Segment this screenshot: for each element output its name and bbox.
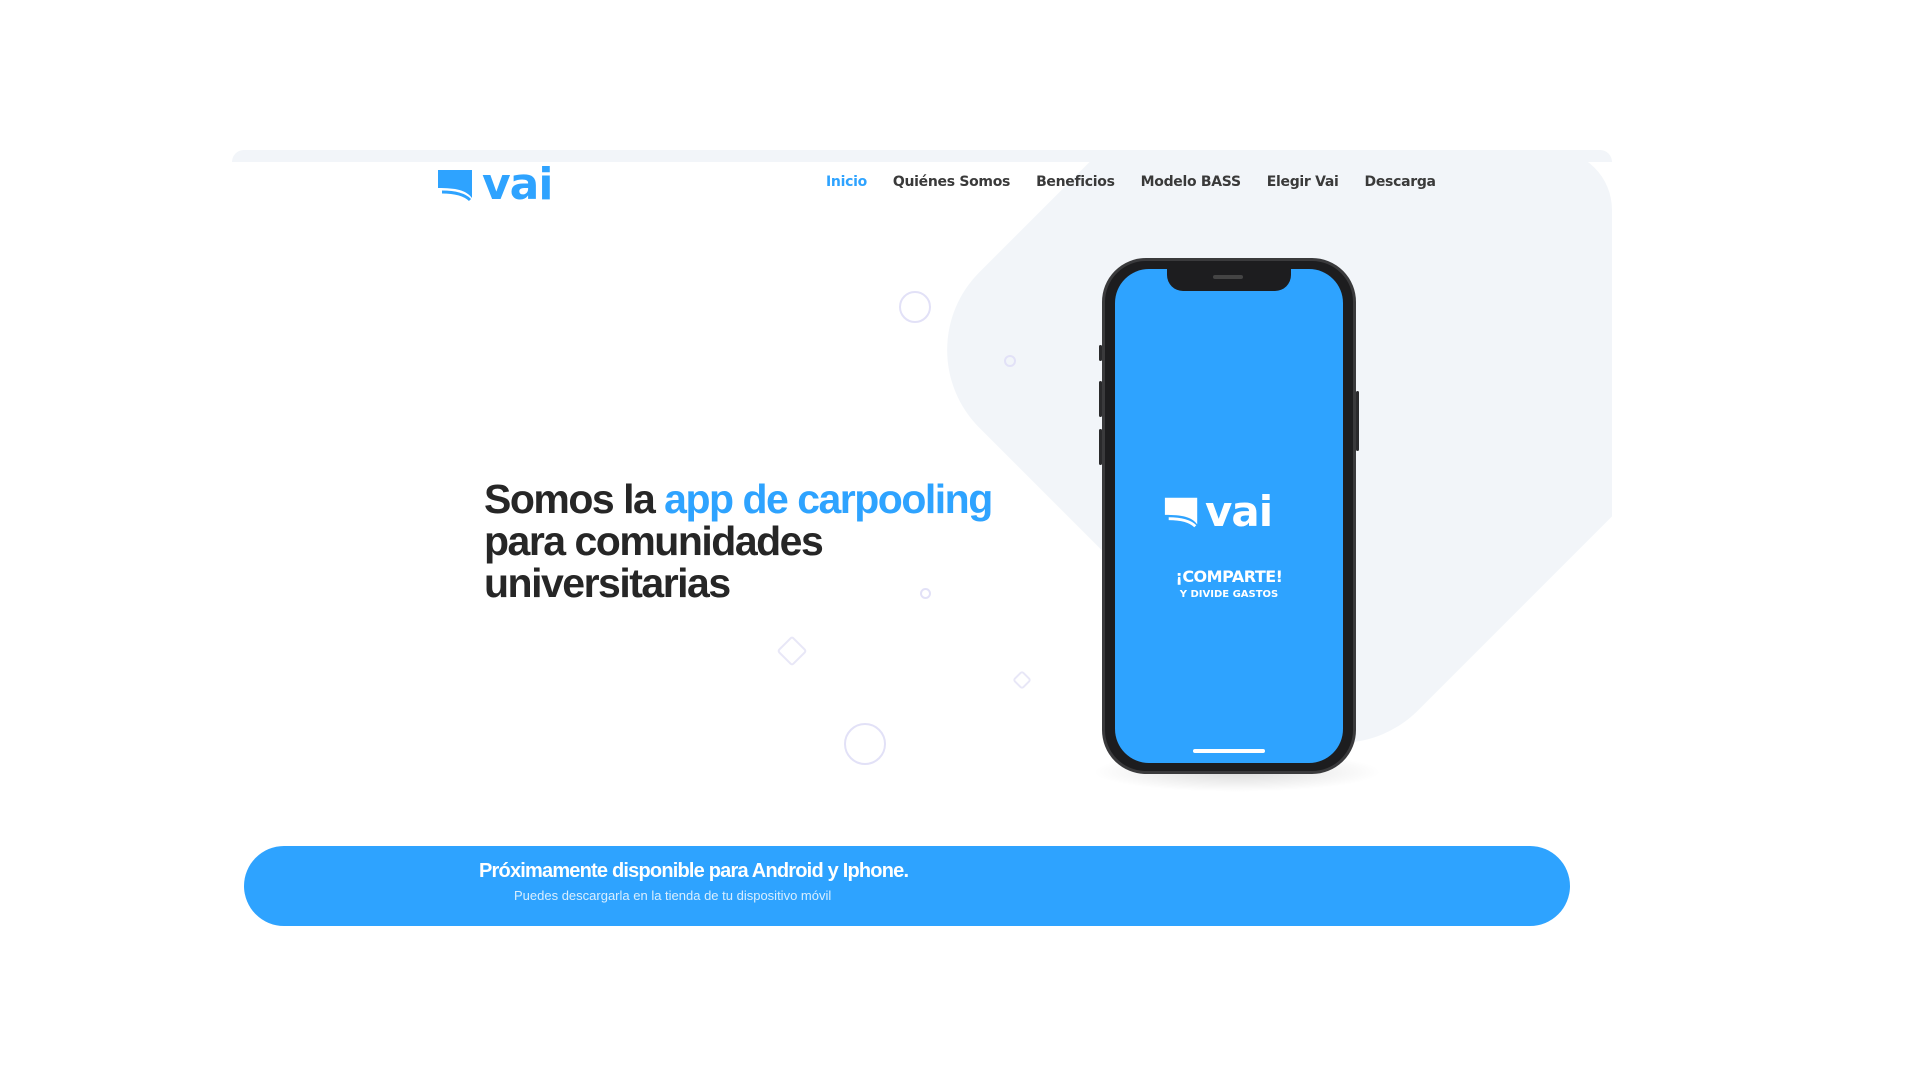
hero-line-2: para comunidades xyxy=(484,518,824,564)
decor-circle xyxy=(844,723,886,765)
site-logo[interactable]: vai xyxy=(436,159,553,210)
banner-subtitle: Puedes descargarla en la tienda de tu di… xyxy=(514,888,832,903)
phone-app-logo: vai xyxy=(1163,487,1273,536)
nav-item-quienes-somos[interactable]: Quiénes Somos xyxy=(893,174,1010,190)
hero-line-3: universitarias xyxy=(484,560,731,606)
nav-item-inicio[interactable]: Inicio xyxy=(826,174,867,190)
decor-circle xyxy=(899,291,931,323)
phone-subtagline: Y DIVIDE GASTOS xyxy=(1179,589,1279,600)
hero-prefix: Somos la xyxy=(484,476,665,522)
hero-heading: Somos la app de carpooling para comunida… xyxy=(484,478,1004,604)
main-nav: Inicio Quiénes Somos Beneficios Modelo B… xyxy=(826,174,1436,190)
nav-item-elegir-vai[interactable]: Elegir Vai xyxy=(1267,174,1339,190)
phone-screen: vai ¡COMPARTE! Y DIVIDE GASTOS xyxy=(1115,269,1343,763)
logo-wordmark: vai xyxy=(482,159,553,210)
banner-title: Próximamente disponible para Android y I… xyxy=(479,860,909,882)
phone-notch xyxy=(1167,269,1291,291)
nav-item-beneficios[interactable]: Beneficios xyxy=(1036,174,1115,190)
flag-logo-icon xyxy=(1164,497,1198,528)
phone-mockup: vai ¡COMPARTE! Y DIVIDE GASTOS xyxy=(1099,258,1359,774)
flag-logo-icon xyxy=(438,170,472,202)
hero-highlight: app de carpooling xyxy=(664,476,993,522)
phone-home-indicator xyxy=(1193,749,1265,753)
nav-item-descarga[interactable]: Descarga xyxy=(1365,174,1436,190)
availability-banner: Próximamente disponible para Android y I… xyxy=(244,846,1570,926)
decor-circle xyxy=(1004,355,1016,367)
phone-app-name: vai xyxy=(1205,487,1273,536)
nav-item-modelo-bass[interactable]: Modelo BASS xyxy=(1141,174,1241,190)
phone-tagline: ¡COMPARTE! xyxy=(1175,567,1283,586)
